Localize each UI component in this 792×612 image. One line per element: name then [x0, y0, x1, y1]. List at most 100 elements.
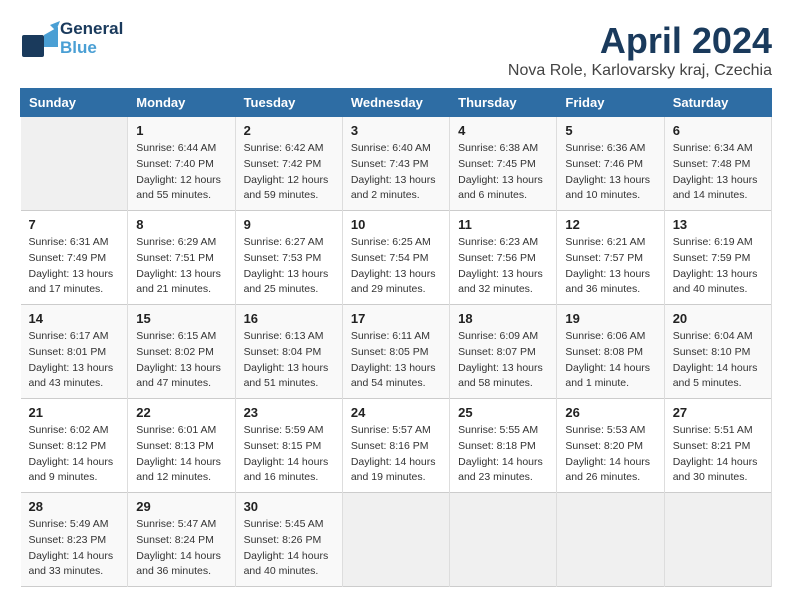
- day-cell: 14 Sunrise: 6:17 AM Sunset: 8:01 PM Dayli…: [21, 305, 128, 399]
- day-info: Sunrise: 6:29 AM Sunset: 7:51 PM Dayligh…: [136, 235, 226, 298]
- day-info: Sunrise: 6:02 AM Sunset: 8:12 PM Dayligh…: [29, 423, 120, 486]
- day-cell: 24 Sunrise: 5:57 AM Sunset: 8:16 PM Dayli…: [342, 399, 449, 493]
- day-info: Sunrise: 6:04 AM Sunset: 8:10 PM Dayligh…: [673, 329, 763, 392]
- day-number: 25: [458, 405, 548, 420]
- logo-blue: Blue: [60, 39, 123, 58]
- day-info: Sunrise: 6:09 AM Sunset: 8:07 PM Dayligh…: [458, 329, 548, 392]
- page-header: General Blue April 2024 Nova Role, Karlo…: [20, 20, 772, 80]
- week-row-5: 28 Sunrise: 5:49 AM Sunset: 8:23 PM Dayli…: [21, 493, 772, 587]
- col-header-tuesday: Tuesday: [235, 89, 342, 117]
- day-cell: 17Sunrise: 6:11 AM Sunset: 8:05 PM Dayli…: [342, 305, 449, 399]
- day-info: Sunrise: 5:47 AM Sunset: 8:24 PM Dayligh…: [136, 517, 226, 580]
- day-info: Sunrise: 5:49 AM Sunset: 8:23 PM Dayligh…: [29, 517, 120, 580]
- day-info: Sunrise: 6:21 AM Sunset: 7:57 PM Dayligh…: [565, 235, 655, 298]
- day-cell: 23 Sunrise: 5:59 AM Sunset: 8:15 PM Dayli…: [235, 399, 342, 493]
- day-cell: 21 Sunrise: 6:02 AM Sunset: 8:12 PM Dayli…: [21, 399, 128, 493]
- col-header-wednesday: Wednesday: [342, 89, 449, 117]
- day-info: Sunrise: 5:57 AM Sunset: 8:16 PM Dayligh…: [351, 423, 441, 486]
- calendar-table: SundayMondayTuesdayWednesdayThursdayFrid…: [20, 88, 772, 587]
- day-info: Sunrise: 6:44 AM Sunset: 7:40 PM Dayligh…: [136, 141, 226, 204]
- day-number: 4: [458, 123, 548, 138]
- day-cell: 3 Sunrise: 6:40 AM Sunset: 7:43 PM Daylig…: [342, 117, 449, 211]
- day-info: Sunrise: 6:13 AM Sunset: 8:04 PM Dayligh…: [244, 329, 334, 392]
- day-number: 19: [565, 311, 655, 326]
- day-info: Sunrise: 6:17 AM Sunset: 8:01 PM Dayligh…: [29, 329, 120, 392]
- logo: General Blue: [20, 20, 123, 57]
- day-cell: 27Sunrise: 5:51 AM Sunset: 8:21 PM Dayli…: [664, 399, 771, 493]
- day-cell: [664, 493, 771, 587]
- day-number: 5: [565, 123, 655, 138]
- day-number: 23: [244, 405, 334, 420]
- day-number: 16: [244, 311, 334, 326]
- day-cell: 16 Sunrise: 6:13 AM Sunset: 8:04 PM Dayli…: [235, 305, 342, 399]
- day-number: 7: [29, 217, 120, 232]
- day-cell: 2 Sunrise: 6:42 AM Sunset: 7:42 PM Daylig…: [235, 117, 342, 211]
- day-info: Sunrise: 5:55 AM Sunset: 8:18 PM Dayligh…: [458, 423, 548, 486]
- day-info: Sunrise: 6:40 AM Sunset: 7:43 PM Dayligh…: [351, 141, 441, 204]
- day-number: 14: [29, 311, 120, 326]
- day-cell: 9Sunrise: 6:27 AM Sunset: 7:53 PM Daylig…: [235, 211, 342, 305]
- day-info: Sunrise: 6:25 AM Sunset: 7:54 PM Dayligh…: [351, 235, 441, 298]
- week-row-3: 14 Sunrise: 6:17 AM Sunset: 8:01 PM Dayli…: [21, 305, 772, 399]
- day-info: Sunrise: 5:51 AM Sunset: 8:21 PM Dayligh…: [673, 423, 763, 486]
- day-number: 3: [351, 123, 441, 138]
- week-row-4: 21 Sunrise: 6:02 AM Sunset: 8:12 PM Dayli…: [21, 399, 772, 493]
- day-number: 13: [673, 217, 763, 232]
- day-cell: 28 Sunrise: 5:49 AM Sunset: 8:23 PM Dayli…: [21, 493, 128, 587]
- day-info: Sunrise: 6:06 AM Sunset: 8:08 PM Dayligh…: [565, 329, 655, 392]
- day-cell: 12 Sunrise: 6:21 AM Sunset: 7:57 PM Dayli…: [557, 211, 664, 305]
- day-info: Sunrise: 5:45 AM Sunset: 8:26 PM Dayligh…: [244, 517, 334, 580]
- day-cell: [342, 493, 449, 587]
- day-cell: 22 Sunrise: 6:01 AM Sunset: 8:13 PM Dayli…: [128, 399, 235, 493]
- day-cell: 4 Sunrise: 6:38 AM Sunset: 7:45 PM Daylig…: [450, 117, 557, 211]
- calendar-title: April 2024: [508, 20, 772, 62]
- day-cell: 18 Sunrise: 6:09 AM Sunset: 8:07 PM Dayli…: [450, 305, 557, 399]
- day-cell: 15 Sunrise: 6:15 AM Sunset: 8:02 PM Dayli…: [128, 305, 235, 399]
- col-header-sunday: Sunday: [21, 89, 128, 117]
- day-info: Sunrise: 6:36 AM Sunset: 7:46 PM Dayligh…: [565, 141, 655, 204]
- day-number: 11: [458, 217, 548, 232]
- day-info: Sunrise: 6:38 AM Sunset: 7:45 PM Dayligh…: [458, 141, 548, 204]
- day-number: 22: [136, 405, 226, 420]
- col-header-friday: Friday: [557, 89, 664, 117]
- day-number: 18: [458, 311, 548, 326]
- day-number: 30: [244, 499, 334, 514]
- day-cell: 11Sunrise: 6:23 AM Sunset: 7:56 PM Dayli…: [450, 211, 557, 305]
- day-cell: 25 Sunrise: 5:55 AM Sunset: 8:18 PM Dayli…: [450, 399, 557, 493]
- day-cell: 29 Sunrise: 5:47 AM Sunset: 8:24 PM Dayli…: [128, 493, 235, 587]
- col-header-thursday: Thursday: [450, 89, 557, 117]
- day-cell: [21, 117, 128, 211]
- col-header-saturday: Saturday: [664, 89, 771, 117]
- week-row-1: 1Sunrise: 6:44 AM Sunset: 7:40 PM Daylig…: [21, 117, 772, 211]
- day-cell: 19 Sunrise: 6:06 AM Sunset: 8:08 PM Dayli…: [557, 305, 664, 399]
- day-cell: 1Sunrise: 6:44 AM Sunset: 7:40 PM Daylig…: [128, 117, 235, 211]
- day-number: 8: [136, 217, 226, 232]
- day-info: Sunrise: 5:59 AM Sunset: 8:15 PM Dayligh…: [244, 423, 334, 486]
- day-number: 2: [244, 123, 334, 138]
- day-info: Sunrise: 5:53 AM Sunset: 8:20 PM Dayligh…: [565, 423, 655, 486]
- day-number: 6: [673, 123, 763, 138]
- day-number: 17: [351, 311, 441, 326]
- day-number: 26: [565, 405, 655, 420]
- calendar-subtitle: Nova Role, Karlovarsky kraj, Czechia: [508, 62, 772, 80]
- day-info: Sunrise: 6:15 AM Sunset: 8:02 PM Dayligh…: [136, 329, 226, 392]
- day-info: Sunrise: 6:42 AM Sunset: 7:42 PM Dayligh…: [244, 141, 334, 204]
- day-number: 29: [136, 499, 226, 514]
- day-cell: 20Sunrise: 6:04 AM Sunset: 8:10 PM Dayli…: [664, 305, 771, 399]
- day-number: 28: [29, 499, 120, 514]
- day-cell: 8 Sunrise: 6:29 AM Sunset: 7:51 PM Daylig…: [128, 211, 235, 305]
- day-number: 15: [136, 311, 226, 326]
- day-cell: 5 Sunrise: 6:36 AM Sunset: 7:46 PM Daylig…: [557, 117, 664, 211]
- day-cell: 7 Sunrise: 6:31 AM Sunset: 7:49 PM Daylig…: [21, 211, 128, 305]
- day-cell: [557, 493, 664, 587]
- day-cell: [450, 493, 557, 587]
- day-cell: 26 Sunrise: 5:53 AM Sunset: 8:20 PM Dayli…: [557, 399, 664, 493]
- day-number: 24: [351, 405, 441, 420]
- day-info: Sunrise: 6:27 AM Sunset: 7:53 PM Dayligh…: [244, 235, 334, 298]
- day-cell: 13Sunrise: 6:19 AM Sunset: 7:59 PM Dayli…: [664, 211, 771, 305]
- day-info: Sunrise: 6:31 AM Sunset: 7:49 PM Dayligh…: [29, 235, 120, 298]
- day-number: 21: [29, 405, 120, 420]
- day-number: 12: [565, 217, 655, 232]
- header-row: SundayMondayTuesdayWednesdayThursdayFrid…: [21, 89, 772, 117]
- day-info: Sunrise: 6:01 AM Sunset: 8:13 PM Dayligh…: [136, 423, 226, 486]
